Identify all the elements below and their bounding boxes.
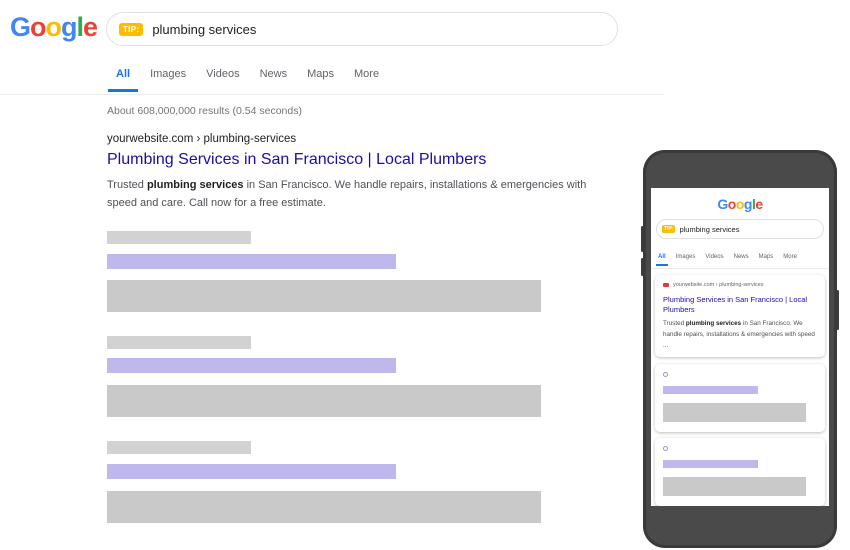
placeholder-result-snippet bbox=[107, 491, 541, 523]
placeholder-result-title bbox=[107, 358, 396, 373]
tip-badge: TIP: bbox=[119, 22, 144, 36]
tab-maps[interactable]: Maps bbox=[307, 68, 334, 80]
placeholder-result-url bbox=[107, 441, 251, 454]
tab-videos[interactable]: Videos bbox=[206, 68, 239, 80]
phone-power-button bbox=[836, 290, 839, 330]
placeholder-result-snippet bbox=[663, 477, 806, 496]
placeholder-result-title bbox=[107, 464, 396, 479]
mobile-google-logo[interactable]: Google bbox=[651, 196, 829, 212]
snippet-keyword: plumbing services bbox=[146, 179, 244, 191]
snippet-text: Trusted bbox=[107, 179, 147, 191]
placeholder-result-title bbox=[663, 460, 758, 468]
mobile-tab-more[interactable]: More bbox=[783, 254, 797, 260]
phone-mockup: Google TIP: plumbing services All Images… bbox=[641, 150, 839, 548]
mobile-search-input[interactable]: TIP: plumbing services bbox=[656, 219, 824, 239]
placeholder-result-snippet bbox=[663, 403, 806, 422]
placeholder-result-snippet bbox=[107, 280, 541, 312]
mobile-tab-images[interactable]: Images bbox=[676, 254, 696, 260]
mobile-tabs-divider bbox=[651, 268, 829, 269]
mobile-result-title-link[interactable]: Plumbing Services in San Francisco | Loc… bbox=[663, 295, 821, 315]
tab-all[interactable]: All bbox=[107, 68, 139, 92]
mobile-tab-maps[interactable]: Maps bbox=[759, 254, 774, 260]
favicon-icon bbox=[663, 283, 669, 287]
logo-letter: G bbox=[10, 12, 31, 42]
logo-letter: o bbox=[727, 196, 737, 212]
phone-volume-button bbox=[641, 258, 644, 276]
placeholder-result-title bbox=[663, 386, 758, 394]
google-logo[interactable]: Google bbox=[10, 12, 98, 43]
mobile-search-tabs: All Images Videos News Maps More bbox=[656, 254, 797, 266]
result-title-link[interactable]: Plumbing Services in San Francisco | Loc… bbox=[107, 151, 486, 169]
snippet-keyword: plumbing services bbox=[685, 320, 742, 327]
result-url[interactable]: yourwebsite.com › plumbing-services bbox=[107, 133, 296, 145]
placeholder-result-url bbox=[107, 231, 251, 244]
search-tabs: All Images Videos News Maps More bbox=[107, 68, 399, 92]
tab-images[interactable]: Images bbox=[150, 68, 186, 80]
logo-letter: o bbox=[735, 196, 745, 212]
placeholder-result-url bbox=[107, 336, 251, 349]
mobile-placeholder-card bbox=[655, 438, 825, 506]
mobile-result-card[interactable]: yourwebsite.com › plumbing-services Plum… bbox=[655, 275, 825, 357]
snippet-text: Trusted bbox=[663, 320, 686, 327]
mobile-search-query[interactable]: plumbing services bbox=[679, 225, 739, 234]
logo-letter: g bbox=[743, 196, 753, 212]
mobile-result-snippet: Trusted plumbing services in San Francis… bbox=[663, 318, 821, 351]
mobile-tip-badge: TIP: bbox=[662, 225, 676, 233]
logo-letter: e bbox=[755, 196, 763, 212]
result-stats: About 608,000,000 results (0.54 seconds) bbox=[107, 105, 302, 117]
search-query[interactable]: plumbing services bbox=[152, 22, 256, 37]
logo-letter: G bbox=[717, 196, 728, 212]
phone-volume-button bbox=[641, 226, 644, 252]
mobile-tab-news[interactable]: News bbox=[734, 254, 749, 260]
placeholder-result-title bbox=[107, 254, 396, 269]
placeholder-result-snippet bbox=[107, 385, 541, 417]
logo-letter: e bbox=[83, 12, 98, 42]
search-input[interactable]: TIP: plumbing services bbox=[106, 12, 618, 46]
mobile-tab-all[interactable]: All bbox=[656, 254, 668, 266]
mobile-tab-videos[interactable]: Videos bbox=[705, 254, 723, 260]
phone-screen: Google TIP: plumbing services All Images… bbox=[651, 188, 829, 506]
mobile-result-url[interactable]: yourwebsite.com › plumbing-services bbox=[663, 282, 763, 288]
result-snippet: Trusted plumbing services in San Francis… bbox=[107, 176, 587, 212]
logo-letter: o bbox=[45, 12, 62, 42]
favicon-icon bbox=[663, 446, 668, 451]
tab-more[interactable]: More bbox=[354, 68, 379, 80]
tab-news[interactable]: News bbox=[260, 68, 288, 80]
mobile-placeholder-card bbox=[655, 364, 825, 432]
mobile-result-url-text: yourwebsite.com › plumbing-services bbox=[673, 282, 764, 288]
logo-letter: o bbox=[30, 12, 46, 42]
logo-letter: g bbox=[61, 12, 77, 42]
tabs-divider bbox=[0, 94, 664, 95]
favicon-icon bbox=[663, 372, 668, 377]
